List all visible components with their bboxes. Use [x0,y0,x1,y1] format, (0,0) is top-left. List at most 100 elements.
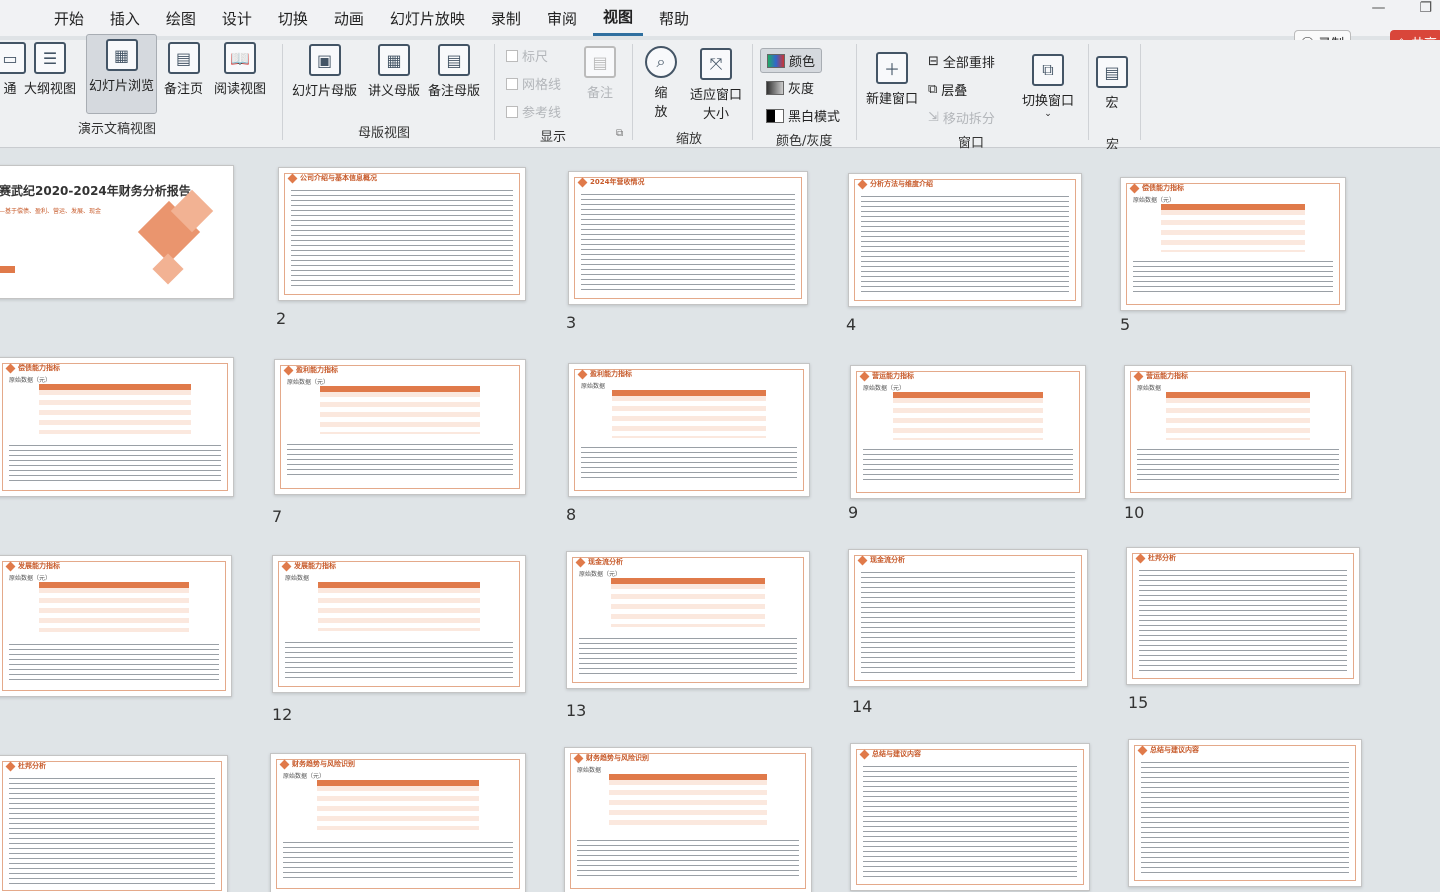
slide-title: 营运能力指标 [861,371,914,381]
slide-subheading: 原始数据（元） [283,773,326,780]
guides-checkbox[interactable]: 参考线 [506,102,561,121]
slide-thumbnail[interactable]: 发展能力指标 原始数据 [272,555,526,693]
color-button[interactable]: 颜色 [760,48,823,73]
group-separator [856,44,857,140]
color-icon [767,53,785,68]
slide-thumbnail[interactable]: 财务趋势与风险识别 原始数据（元） [270,753,526,892]
normal-view-button[interactable]: ▭ 通 [0,42,26,97]
slide-thumbnail[interactable]: 盈利能力指标 原始数据（元） [274,359,526,495]
dialog-launcher-icon[interactable]: ⧉ [616,128,623,139]
slide-title: 盈利能力指标 [579,369,632,379]
slide-thumbnail[interactable]: 偿债能力指标 原始数据（元） [1120,177,1346,311]
move-split-icon: ⇲ [928,110,939,125]
slide-subheading: 原始数据 [285,575,310,582]
move-split-button[interactable]: ⇲ 移动拆分 [928,108,995,127]
menu-record[interactable]: 录制 [481,2,531,35]
slide-number: 9 [848,503,859,522]
slide-thumbnail[interactable]: 现金流分析 [848,549,1088,687]
slide-title: 盈利能力指标 [285,365,338,375]
slide-thumbnail[interactable]: 营运能力指标 原始数据 [1124,365,1352,499]
notes-icon: ▤ [584,46,616,78]
slide-thumbnail[interactable]: 财务趋势与风险识别 原始数据 [564,747,812,892]
slide-thumbnail[interactable]: 2024年营收情况 [568,171,808,305]
slide-thumbnail[interactable]: 分析方法与维度介绍 [848,173,1082,307]
new-window-button[interactable]: ＋新建窗口 [866,52,918,107]
zoom-button[interactable]: ⌕ 缩放 [644,46,678,120]
slide-title: 发展能力指标 [283,561,336,571]
arrange-all-button[interactable]: ⊟ 全部重排 [928,52,995,71]
macros-icon: ▤ [1096,56,1128,88]
outline-view-button[interactable]: ☰ 大纲视图 [24,42,76,97]
slide-title: 偿债能力指标 [1131,183,1184,193]
menu-view[interactable]: 视图 [592,0,643,36]
text-lines [581,194,795,292]
menu-home[interactable]: 开始 [44,2,94,35]
slide-thumbnail[interactable]: 杜邦分析 [1126,547,1360,685]
menu-transitions[interactable]: 切换 [268,2,318,35]
slide-subheading: 原始数据 [577,767,602,774]
fit-to-window-button[interactable]: ⤧ 适应窗口大小 [688,48,744,122]
notes-toggle-button[interactable]: ▤ 备注 [584,46,616,101]
slide-number: 10 [1124,503,1145,522]
reading-view-button[interactable]: 📖 阅读视图 [214,42,266,97]
grayscale-button[interactable]: 灰度 [766,78,814,97]
notes-page-button[interactable]: ▤ 备注页 [164,42,203,97]
slide-thumbnail[interactable]: 杜邦分析 [0,755,228,892]
slide-title: 现金流分析 [859,555,905,565]
gridlines-checkbox[interactable]: 网格线 [506,74,561,93]
slide-title: 赛武纪2020-2024年财务分析报告 [0,184,191,198]
window-controls: — ❐ [1371,0,1432,16]
handout-master-button[interactable]: ▦ 讲义母版 [368,44,420,99]
slide-thumbnail[interactable]: 总结与建议内容 [850,743,1090,891]
slide-thumbnail[interactable]: 现金流分析原始数据（元） [566,551,810,689]
cascade-button[interactable]: ⧉ 层叠 [928,80,967,99]
group-separator [752,44,753,140]
slide-thumbnail[interactable]: 盈利能力指标 原始数据 [568,363,810,497]
slide-thumbnail[interactable]: 公司介绍与基本信息概况 [278,167,526,301]
slide-number: 2 [276,309,287,328]
slide-master-button[interactable]: ▣ 幻灯片母版 [292,44,357,99]
slide-tag [0,266,15,273]
notes-master-button[interactable]: ▤ 备注母版 [428,44,480,99]
menu-design[interactable]: 设计 [212,2,262,35]
slide-subheading: 原始数据（元） [579,571,622,578]
data-table-thumbnail [316,780,480,831]
slide-subheading: 原始数据（元） [9,377,52,384]
data-table-thumbnail [610,578,766,627]
menu-animations[interactable]: 动画 [324,2,374,35]
menu-help[interactable]: 帮助 [649,2,699,35]
ruler-checkbox[interactable]: 标尺 [506,46,548,65]
text-lines [9,778,215,884]
group-separator [282,44,283,140]
group-label-presentation-views: 演示文稿视图 [78,122,157,137]
slide-subheading: 原始数据 [581,383,606,390]
menu-slideshow[interactable]: 幻灯片放映 [380,2,475,35]
macros-button[interactable]: ▤ 宏 [1096,56,1128,111]
slide-thumbnail[interactable]: 发展能力指标 原始数据（元） [0,555,232,697]
notes-page-icon: ▤ [167,42,200,74]
slide-number: 5 [1120,315,1131,334]
slide-title: 现金流分析 [577,557,623,567]
group-label-show: 显示 [540,130,567,145]
menu-review[interactable]: 审阅 [537,2,587,35]
text-lines [863,766,1077,878]
slide-sorter-button[interactable]: ▦ 幻灯片浏览 [86,34,158,114]
slide-title: 财务趋势与风险识别 [575,753,649,763]
grayscale-icon [766,80,784,95]
data-table-thumbnail [39,582,189,633]
slide-thumbnail[interactable]: 偿债能力指标 原始数据（元） [0,357,234,497]
group-separator [494,44,495,140]
black-white-button[interactable]: 黑白模式 [766,106,840,125]
menu-insert[interactable]: 插入 [100,2,150,35]
menu-draw[interactable]: 绘图 [156,2,206,35]
restore-icon[interactable]: ❐ [1419,0,1432,16]
slide-number: 3 [566,313,577,332]
switch-window-button[interactable]: ⧉ 切换窗口 ⌄ [1022,54,1074,119]
minimize-icon[interactable]: — [1371,0,1385,16]
slide-thumbnail[interactable]: 赛武纪2020-2024年财务分析报告 —基于偿债、盈利、营运、发展、现金 [0,165,234,299]
slide-thumbnail[interactable]: 营运能力指标 原始数据（元） [850,365,1086,499]
slide-thumbnail[interactable]: 总结与建议内容 [1128,739,1362,887]
menu-file[interactable]: ᅠ [4,2,38,35]
slide-number: 13 [566,701,587,720]
slide-number: 15 [1128,693,1149,712]
